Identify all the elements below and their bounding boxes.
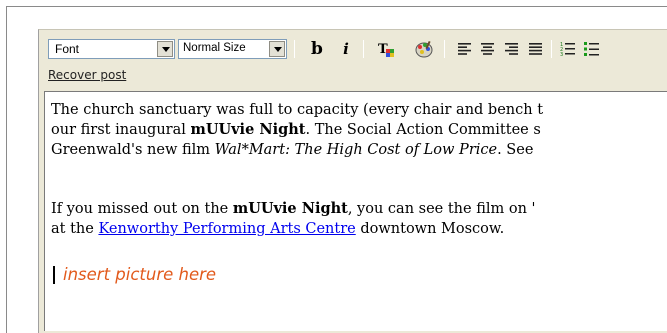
insert-picture-placeholder: insert picture here (63, 265, 217, 284)
paragraph-line: at the Kenworthy Performing Arts Centre … (51, 219, 536, 239)
bold-button[interactable]: b (306, 38, 328, 60)
justify-icon (529, 43, 542, 55)
align-left-icon (458, 43, 471, 55)
paragraph-line: Greenwald's new film Wal*Mart: The High … (51, 140, 543, 160)
text-cursor (53, 266, 55, 284)
align-center-button[interactable] (478, 38, 498, 60)
dropdown-arrow-icon[interactable] (157, 41, 173, 57)
italic-label: i (343, 40, 349, 58)
ordered-list-icon: 1 2 3 (560, 42, 575, 57)
italic-text: Wal*Mart: The High Cost of Low Price (214, 142, 498, 158)
text-color-button[interactable]: T (375, 38, 399, 60)
svg-text:3: 3 (560, 52, 563, 57)
align-center-icon (481, 43, 494, 55)
kenworthy-link[interactable]: Kenworthy Performing Arts Centre (98, 221, 355, 237)
align-right-icon (505, 43, 518, 55)
bold-text: mUUvie Night (190, 121, 306, 138)
font-select-value: Font (55, 42, 80, 56)
size-select-value: Normal Size (183, 42, 246, 54)
align-right-button[interactable] (502, 38, 522, 60)
recover-post-link[interactable]: Recover post (48, 68, 126, 82)
ordered-list-button[interactable]: 1 2 3 (558, 38, 578, 60)
dropdown-arrow-icon[interactable] (269, 41, 285, 57)
highlight-color-icon (415, 40, 433, 58)
paragraph-line: The church sanctuary was full to capacit… (51, 100, 543, 120)
toolbar-separator (363, 40, 364, 58)
text-run: . See (497, 142, 534, 158)
paragraph-2: If you missed out on the mUUvie Night, y… (51, 199, 536, 239)
paragraph-line: our first inaugural mUUvie Night. The So… (51, 120, 543, 140)
toolbar-separator (551, 40, 552, 58)
text-color-icon: T (378, 42, 394, 57)
editor-content-area[interactable]: The church sanctuary was full to capacit… (44, 91, 667, 331)
paragraph-line: If you missed out on the mUUvie Night, y… (51, 199, 536, 219)
unordered-list-icon (584, 42, 599, 56)
unordered-list-button[interactable] (582, 38, 602, 60)
toolbar-separator (294, 40, 295, 58)
text-run: , you can see the film on ' (347, 201, 536, 217)
font-select[interactable]: Font (48, 39, 175, 59)
bold-text: mUUvie Night (232, 200, 348, 217)
size-select[interactable]: Normal Size (178, 39, 287, 59)
justify-button[interactable] (526, 38, 546, 60)
toolbar-separator (444, 40, 445, 58)
paragraph-1: The church sanctuary was full to capacit… (51, 100, 543, 160)
text-run: Greenwald's new film (51, 142, 215, 158)
bold-label: b (311, 39, 323, 59)
text-run: our first inaugural (51, 122, 191, 138)
highlight-color-button[interactable] (412, 38, 436, 60)
text-run: at the (51, 221, 99, 237)
text-run: The church sanctuary was full to capacit… (51, 102, 544, 118)
text-run: If you missed out on the (51, 201, 233, 217)
align-left-button[interactable] (455, 38, 475, 60)
italic-button[interactable]: i (336, 38, 356, 60)
text-run: . The Social Action Committee s (305, 122, 541, 138)
text-run: downtown Moscow. (355, 221, 505, 237)
